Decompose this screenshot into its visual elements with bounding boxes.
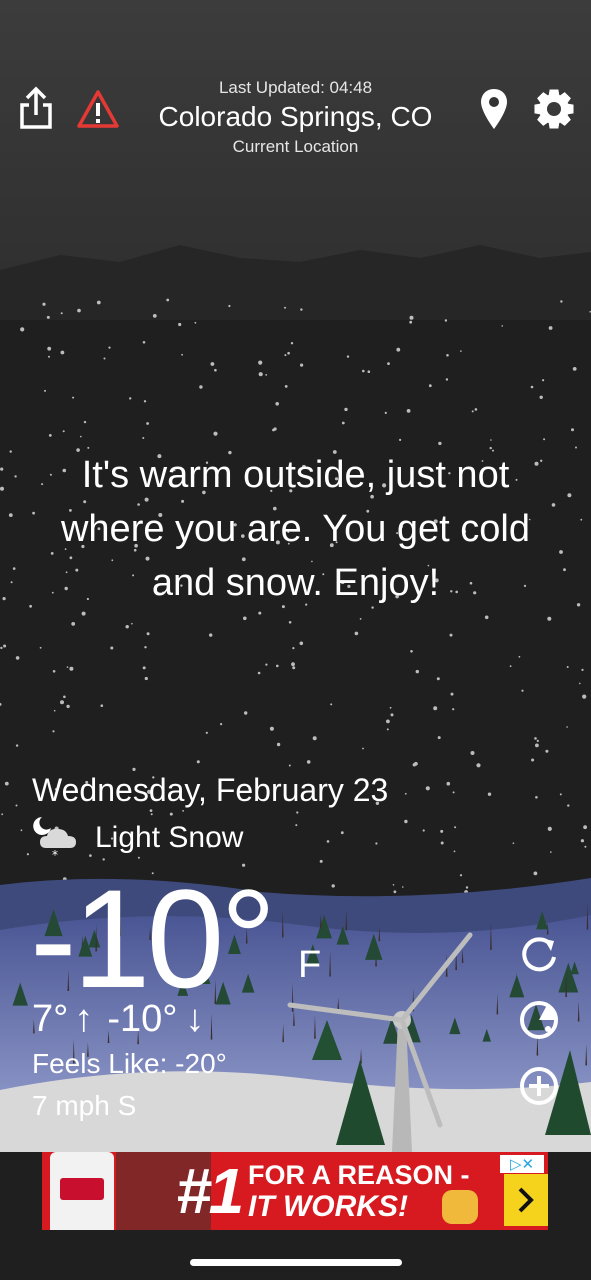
ad-line-1: FOR A REASON - <box>248 1160 470 1190</box>
add-circle-icon <box>520 1067 558 1105</box>
high-temp: 7° <box>32 998 69 1040</box>
low-temp: -10° <box>107 998 178 1040</box>
condition-label: Light Snow <box>95 821 244 854</box>
radar-button[interactable] <box>517 998 561 1042</box>
refresh-icon <box>522 937 556 972</box>
ad-fist-icon <box>442 1190 478 1224</box>
refresh-button[interactable] <box>517 932 561 976</box>
background-scene <box>0 0 591 1280</box>
ad-line-2: IT WORKS! <box>248 1190 408 1223</box>
ad-cta-arrow-icon[interactable] <box>504 1174 548 1226</box>
condition-icon: * <box>32 814 80 862</box>
location-type: Current Location <box>232 137 359 156</box>
ad-product-image <box>50 1152 114 1230</box>
settings-button[interactable] <box>530 86 578 132</box>
current-temperature: -10° <box>30 860 276 1017</box>
wind: 7 mph S <box>32 1090 137 1121</box>
ad-choices-icon[interactable]: ▷✕ <box>500 1155 544 1173</box>
ad-banner[interactable]: #1 FOR A REASON - IT WORKS! ▷✕ <box>42 1152 548 1230</box>
locations-button[interactable] <box>472 86 516 132</box>
gear-icon <box>534 89 574 129</box>
night-snow-cloud-icon: * <box>33 817 76 862</box>
radar-icon <box>520 1001 558 1039</box>
arrow-down-icon: ↓ <box>185 998 205 1040</box>
ad-number: #1 <box>176 1155 244 1227</box>
home-indicator[interactable] <box>190 1259 402 1266</box>
map-pin-icon <box>481 89 507 129</box>
weather-message: It's warm outside, just not where you ar… <box>60 454 530 604</box>
feels-like: Feels Like: -20° <box>32 1048 227 1079</box>
arrow-up-icon: ↑ <box>74 998 94 1040</box>
high-low: 7° ↑ -10° ↓ <box>32 998 204 1041</box>
add-location-button[interactable] <box>517 1064 561 1108</box>
date-label: Wednesday, February 23 <box>32 772 389 808</box>
temperature-unit[interactable]: F <box>298 944 321 987</box>
